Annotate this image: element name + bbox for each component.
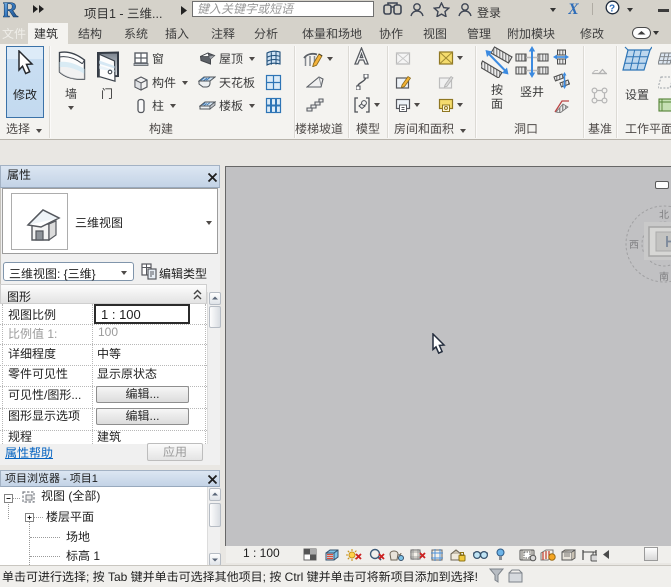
svg-text:北: 北	[659, 206, 669, 221]
svg-text:?: ?	[609, 4, 615, 15]
svg-text:西: 西	[629, 236, 639, 251]
svg-text:南: 南	[659, 268, 669, 283]
svg-text:R: R	[3, 0, 19, 19]
svg-text:X: X	[568, 2, 579, 16]
